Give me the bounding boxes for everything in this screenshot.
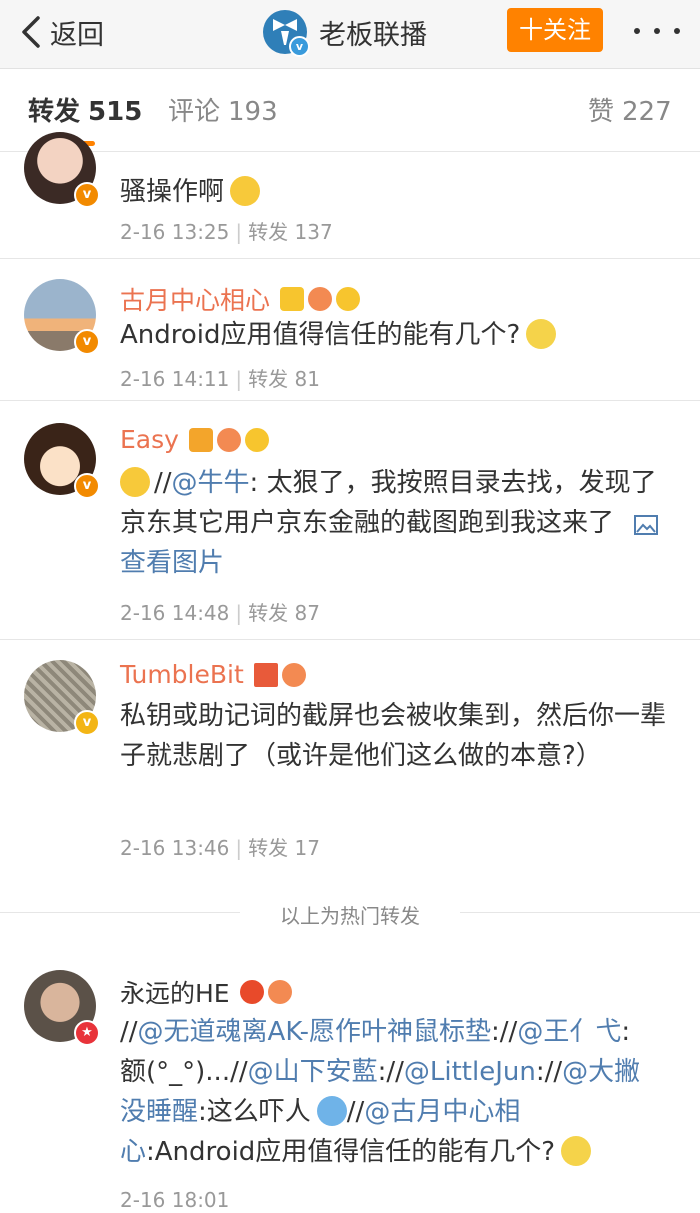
fire-icon bbox=[308, 287, 333, 311]
mention-link[interactable]: @无道魂离AK-愿作叶神鼠标垫 bbox=[138, 1017, 492, 1047]
tab-label: 评论 bbox=[168, 97, 221, 127]
text-part: :// bbox=[491, 1017, 518, 1047]
verified-icon: v bbox=[74, 329, 100, 355]
repost-count: 转发 81 bbox=[248, 367, 320, 391]
chevron-left-icon bbox=[22, 16, 40, 48]
avatar[interactable]: v bbox=[24, 132, 100, 208]
repost-meta: 2-16 13:46 | 转发 17 bbox=[120, 836, 320, 860]
text-part: :// bbox=[377, 1057, 404, 1087]
mention-link[interactable]: @古月中心相 bbox=[364, 1097, 520, 1127]
text-part: :// bbox=[535, 1057, 563, 1087]
repost-item[interactable]: v Easy //@牛牛: 太狠了，我按照目录去找，发现了京东其它用户京东金融的… bbox=[0, 401, 700, 639]
emoji-icon bbox=[526, 319, 557, 349]
repost-item[interactable]: ★ 永远的HE //@无道魂离AK-愿作叶神鼠标垫://@王亻弋: 额(°_°)… bbox=[0, 950, 700, 1213]
mention-link[interactable]: @LittleJun bbox=[404, 1057, 536, 1087]
mention-link[interactable]: @大撇 bbox=[562, 1057, 640, 1087]
fire-icon bbox=[281, 662, 306, 687]
text-part: // bbox=[346, 1097, 365, 1127]
mention-link[interactable]: @牛牛 bbox=[172, 468, 250, 498]
mention-link[interactable]: @王亻弋 bbox=[517, 1017, 621, 1047]
user-name[interactable]: 古月中心相心 bbox=[120, 281, 270, 317]
text-part: // bbox=[120, 1017, 138, 1047]
back-button[interactable]: 返回 bbox=[20, 12, 104, 52]
tab-bar: 转发 515 评论 193 赞 227 bbox=[0, 69, 700, 152]
avatar[interactable]: ★ bbox=[24, 970, 100, 1046]
more-button[interactable] bbox=[634, 20, 680, 42]
user-name[interactable]: TumbleBit bbox=[120, 660, 244, 689]
back-label: 返回 bbox=[50, 19, 104, 51]
more-dot-icon bbox=[634, 28, 640, 34]
repost-time: 2-16 14:11 bbox=[120, 367, 230, 391]
user-name[interactable]: 永远的HE bbox=[120, 974, 230, 1010]
emoji-icon bbox=[230, 176, 261, 206]
repost-time: 2-16 14:48 bbox=[120, 601, 230, 625]
tab-label: 赞 bbox=[588, 97, 615, 127]
tab-reposts[interactable]: 转发 515 bbox=[28, 91, 142, 128]
repost-time: 2-16 13:46 bbox=[120, 836, 230, 860]
crown-icon bbox=[188, 427, 213, 452]
repost-count: 转发 87 bbox=[248, 601, 320, 625]
user-name[interactable]: Easy bbox=[120, 425, 179, 454]
hot-reposts-label: 以上为热门转发 bbox=[280, 904, 420, 928]
repost-count: 转发 17 bbox=[248, 836, 320, 860]
hot-reposts-separator: 以上为热门转发 bbox=[0, 890, 700, 936]
tab-likes[interactable]: 赞 227 bbox=[588, 91, 672, 128]
mention-link[interactable]: 心 bbox=[120, 1137, 146, 1167]
fire-icon bbox=[216, 427, 241, 452]
vip-icon bbox=[280, 287, 305, 311]
tab-count: 193 bbox=[228, 97, 278, 127]
repost-text: Android应用值得信任的能有几个? bbox=[120, 320, 521, 350]
repost-count: 转发 137 bbox=[248, 220, 333, 244]
tab-label: 转发 bbox=[28, 97, 81, 127]
image-icon bbox=[634, 515, 659, 535]
repost-text: //@无道魂离AK-愿作叶神鼠标垫://@王亻弋: 额(°_°)...//@山下… bbox=[120, 1012, 675, 1172]
account-avatar: v bbox=[263, 10, 310, 57]
tab-comments[interactable]: 评论 193 bbox=[168, 91, 278, 128]
text-part: :这么吓人 bbox=[198, 1097, 311, 1127]
more-dot-icon bbox=[674, 28, 680, 34]
nav-bar: 返回 v 老板联播 十关注 bbox=[0, 0, 700, 69]
avatar[interactable]: v bbox=[24, 279, 100, 355]
avatar[interactable]: v bbox=[24, 660, 100, 736]
repost-text: 骚操作啊 bbox=[120, 177, 225, 207]
account-title[interactable]: v 老板联播 bbox=[263, 8, 427, 57]
repost-item[interactable]: v 骚操作啊 2-16 13:25 | 转发 137 bbox=[0, 132, 700, 258]
view-image-label: 查看图片 bbox=[120, 548, 225, 578]
text-part: :Android应用值得信任的能有几个? bbox=[146, 1137, 556, 1167]
hourglass-icon bbox=[253, 662, 278, 687]
emoji-icon bbox=[316, 1096, 347, 1126]
text-part: 额(°_°)...// bbox=[120, 1057, 248, 1087]
verified-icon: v bbox=[74, 473, 100, 499]
repost-text: 私钥或助记词的截屏也会被收集到，然后你一辈子就悲剧了（或许是他们这么做的本意?） bbox=[120, 701, 667, 771]
repost-meta: 2-16 13:25 | 转发 137 bbox=[120, 220, 333, 244]
tab-count: 227 bbox=[622, 97, 672, 127]
repost-text-prefix: // bbox=[154, 468, 172, 498]
repost-meta: 2-16 14:11 | 转发 81 bbox=[120, 367, 320, 391]
emoji-icon bbox=[561, 1136, 592, 1166]
avatar[interactable]: v bbox=[24, 423, 100, 499]
verified-icon: ★ bbox=[74, 1020, 100, 1046]
repost-meta: 2-16 18:01 bbox=[120, 1188, 229, 1212]
repost-time: 2-16 13:25 bbox=[120, 220, 230, 244]
fire-icon bbox=[267, 980, 292, 1004]
tab-count: 515 bbox=[88, 97, 143, 127]
verified-icon: v bbox=[74, 710, 100, 736]
repost-meta: 2-16 14:48 | 转发 87 bbox=[120, 601, 320, 625]
fu-icon bbox=[239, 980, 264, 1004]
repost-item[interactable]: v TumbleBit 私钥或助记词的截屏也会被收集到，然后你一辈子就悲剧了（或… bbox=[0, 640, 700, 874]
text-part: : bbox=[621, 1017, 631, 1047]
repost-time: 2-16 18:01 bbox=[120, 1188, 230, 1212]
answer-icon bbox=[244, 427, 269, 452]
answer-icon bbox=[336, 287, 361, 311]
verified-icon: v bbox=[74, 182, 100, 208]
mention-link[interactable]: 没睡醒 bbox=[120, 1097, 198, 1127]
page-title: 老板联播 bbox=[319, 19, 427, 51]
more-dot-icon bbox=[654, 28, 660, 34]
verified-icon: v bbox=[289, 36, 310, 57]
repost-item[interactable]: v 古月中心相心 Android应用值得信任的能有几个? 2-16 14:11 |… bbox=[0, 259, 700, 399]
emoji-icon bbox=[120, 467, 150, 497]
mention-link[interactable]: @山下安藍 bbox=[248, 1057, 378, 1087]
follow-button[interactable]: 十关注 bbox=[507, 8, 603, 52]
